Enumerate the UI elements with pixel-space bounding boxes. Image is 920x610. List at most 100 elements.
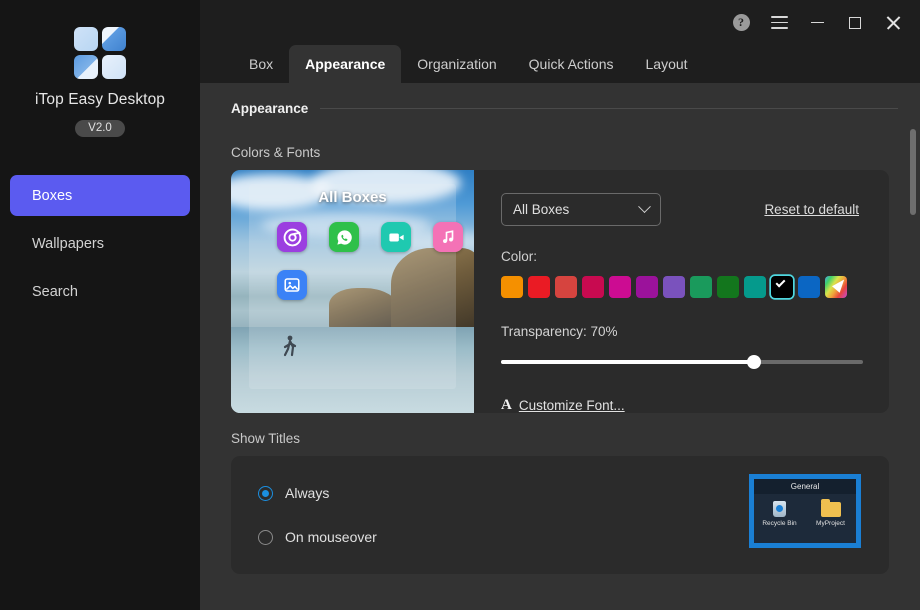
menu-button[interactable]: [760, 7, 798, 39]
content-panel: Appearance Colors & Fonts All Boxes All …: [200, 83, 920, 610]
box-preview-thumbnail[interactable]: All Boxes: [231, 170, 474, 413]
color-swatch-teal[interactable]: [744, 276, 766, 298]
color-swatch-brick[interactable]: [555, 276, 577, 298]
mini-preview-items: Recycle Bin MyProject: [754, 494, 856, 527]
color-swatch-magenta[interactable]: [609, 276, 631, 298]
music-icon[interactable]: [433, 222, 463, 252]
color-swatch-violet[interactable]: [663, 276, 685, 298]
color-swatch-list: [501, 276, 863, 298]
color-swatch-orange[interactable]: [501, 276, 523, 298]
scrollbar-thumb[interactable]: [910, 129, 916, 215]
slider-fill: [501, 360, 755, 364]
header-divider: [320, 107, 898, 109]
chevron-down-icon: [638, 200, 651, 214]
tab-label: Box: [249, 56, 274, 72]
tab-appearance[interactable]: Appearance: [289, 45, 402, 83]
logo-square-1: [74, 27, 98, 51]
mini-preview-title: General: [754, 479, 856, 494]
eyedropper-icon: [831, 276, 849, 293]
sidebar-nav: Boxes Wallpapers Search: [0, 175, 200, 312]
mini-item-myproject: MyProject: [811, 498, 851, 527]
color-swatch-crimson[interactable]: [582, 276, 604, 298]
colors-fonts-card: All Boxes All Boxes Reset to default Col…: [231, 170, 889, 413]
tab-layout[interactable]: Layout: [630, 45, 704, 83]
show-titles-card: Always On mouseover General Recycle Bin: [231, 456, 889, 574]
close-button[interactable]: [874, 7, 912, 39]
title-bar: ?: [200, 0, 920, 45]
sidebar: iTop Easy Desktop V2.0 Boxes Wallpapers …: [0, 0, 200, 610]
tab-box[interactable]: Box: [233, 45, 289, 83]
mini-item-recycle-bin: Recycle Bin: [760, 499, 800, 527]
radio-indicator: [258, 529, 273, 545]
tab-organization[interactable]: Organization: [401, 45, 512, 83]
letter-A-icon: A: [501, 397, 512, 413]
content-scrollbar[interactable]: [909, 83, 918, 610]
logo-square-4: [102, 55, 126, 79]
sidebar-item-boxes[interactable]: Boxes: [10, 175, 190, 216]
radio-indicator-selected: [258, 485, 273, 501]
color-swatch-dark-green[interactable]: [717, 276, 739, 298]
tab-quick-actions[interactable]: Quick Actions: [513, 45, 630, 83]
color-swatch-green[interactable]: [690, 276, 712, 298]
radio-label: On mouseover: [285, 529, 377, 545]
help-button[interactable]: ?: [722, 7, 760, 39]
color-label: Color:: [501, 249, 538, 264]
color-swatch-black-selected[interactable]: [771, 276, 793, 298]
color-swatch-red[interactable]: [528, 276, 550, 298]
tab-label: Layout: [645, 56, 688, 72]
tab-label: Organization: [417, 56, 497, 72]
version-badge: V2.0: [75, 120, 125, 137]
color-controls: All Boxes Reset to default Color: Transp…: [474, 170, 889, 413]
transparency-slider[interactable]: [501, 355, 863, 369]
sidebar-item-label: Boxes: [32, 187, 73, 204]
chrome-icon[interactable]: [277, 222, 307, 252]
photos-icon[interactable]: [277, 270, 307, 300]
minimize-button[interactable]: [798, 7, 836, 39]
slider-thumb[interactable]: [747, 355, 762, 369]
four-squares-logo-icon: [74, 27, 126, 79]
controls-top-row: All Boxes Reset to default: [501, 193, 863, 226]
check-icon: [775, 277, 786, 288]
color-picker-swatch[interactable]: [825, 276, 849, 298]
folder-icon: [811, 498, 851, 519]
close-icon: [886, 16, 900, 30]
application-window: iTop Easy Desktop V2.0 Boxes Wallpapers …: [0, 0, 920, 610]
mini-item-caption: MyProject: [816, 520, 845, 527]
hamburger-menu-icon: [770, 16, 788, 29]
radio-label: Always: [285, 485, 330, 501]
sidebar-item-wallpapers[interactable]: Wallpapers: [10, 223, 190, 264]
reset-to-default-link[interactable]: Reset to default: [764, 202, 859, 217]
maximize-button[interactable]: [836, 7, 874, 39]
version-container: V2.0: [0, 120, 200, 137]
customize-font-row: A Customize Font...: [501, 397, 863, 413]
mini-item-caption: Recycle Bin: [762, 520, 797, 527]
sidebar-item-search[interactable]: Search: [10, 271, 190, 312]
scope-select-value: All Boxes: [513, 202, 570, 217]
maximize-icon: [849, 16, 861, 29]
scope-select[interactable]: All Boxes: [501, 193, 661, 226]
minimize-icon: [810, 21, 824, 24]
radio-on-mouseover[interactable]: On mouseover: [258, 522, 377, 552]
group-label-colors-fonts: Colors & Fonts: [231, 145, 321, 160]
preview-box-title: All Boxes: [318, 189, 387, 206]
video-icon[interactable]: [381, 222, 411, 252]
mini-preview-inner: General Recycle Bin MyProject: [754, 479, 856, 543]
app-title: iTop Easy Desktop: [34, 91, 166, 108]
color-swatch-blue[interactable]: [798, 276, 820, 298]
tab-label: Appearance: [305, 56, 386, 72]
section-header: Appearance: [200, 89, 920, 127]
sidebar-item-label: Search: [32, 283, 78, 300]
preview-app-icons-row2: [277, 270, 474, 300]
show-titles-preview[interactable]: General Recycle Bin MyProject: [749, 474, 861, 548]
show-titles-options: Always On mouseover: [231, 478, 377, 552]
logo-container: [0, 27, 200, 79]
main-area: ? Box Appearance Organization Quick Acti…: [200, 0, 920, 610]
color-swatch-purple[interactable]: [636, 276, 658, 298]
radio-always[interactable]: Always: [258, 478, 377, 508]
customize-font-link[interactable]: Customize Font...: [519, 398, 625, 413]
help-circle-icon: ?: [732, 14, 750, 31]
tab-label: Quick Actions: [528, 56, 614, 72]
preview-app-icons: [277, 222, 474, 252]
whatsapp-icon[interactable]: [329, 222, 359, 252]
page-title: Appearance: [231, 100, 309, 116]
